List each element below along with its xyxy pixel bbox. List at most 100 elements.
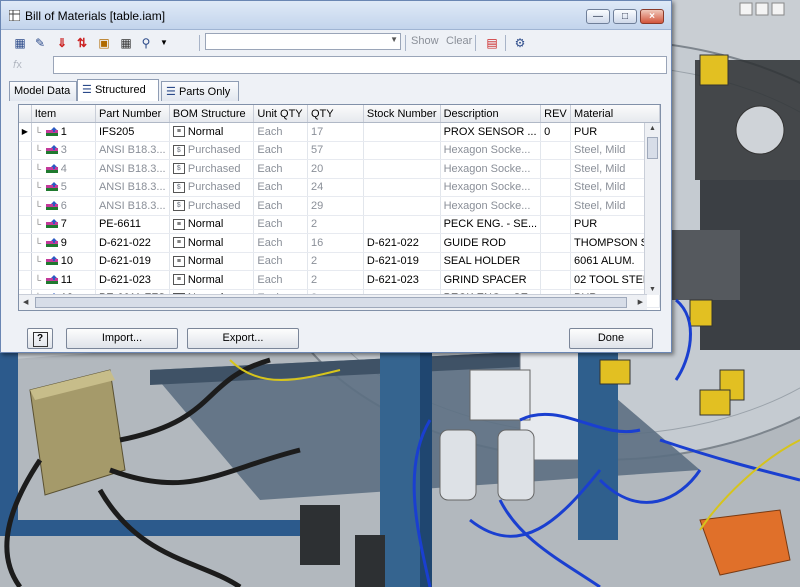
vertical-scrollbar[interactable]: ▲ ▼ xyxy=(644,123,660,295)
stock-number-cell[interactable] xyxy=(363,159,441,179)
rev-cell[interactable] xyxy=(540,233,572,253)
tab-model-data[interactable]: Model Data xyxy=(9,81,77,101)
find-dropdown-icon[interactable]: ▼ xyxy=(155,34,173,52)
scroll-right-icon[interactable]: ▶ xyxy=(638,298,643,306)
import-button[interactable]: Import... xyxy=(66,328,178,349)
table-row[interactable]: └ 5 ANSI B18.3... $ Purchased Each 24 Hexagon S… xyxy=(19,178,660,197)
help-button[interactable]: ? xyxy=(27,328,53,349)
qty-cell[interactable]: 57 xyxy=(307,141,364,160)
settings-icon[interactable]: ⚙ xyxy=(511,34,529,52)
item-cell[interactable]: └ 9 xyxy=(31,233,96,253)
part-number-cell[interactable]: D-621-022 xyxy=(95,233,170,253)
find-icon[interactable]: ⚲ xyxy=(137,34,155,52)
table-row[interactable]: └ 9 D-621-022 ≡ Normal Each 16 D-621-022 GUIDE R… xyxy=(19,233,660,253)
bom-structure-cell[interactable]: ≡Normal xyxy=(169,122,255,142)
column-header[interactable]: QTY xyxy=(307,105,364,123)
bom-grid[interactable]: Item Part Number BOM Structure Unit QTY QTY S… xyxy=(18,104,661,311)
item-cell[interactable]: └ 5 xyxy=(31,178,96,197)
bom-structure-cell[interactable]: ≡Normal xyxy=(169,233,255,253)
item-cell[interactable]: └ 3 xyxy=(31,141,96,160)
rev-cell[interactable]: 0 xyxy=(540,122,572,142)
rev-cell[interactable] xyxy=(540,178,572,197)
bom-structure-cell[interactable]: $ Purchased xyxy=(169,141,255,160)
stock-number-cell[interactable]: D-621-019 xyxy=(363,252,441,271)
table-row[interactable]: └ 4 ANSI B18.3... $ Purchased Each 20 Hexagon S… xyxy=(19,159,660,179)
qty-cell[interactable]: 17 xyxy=(307,122,364,142)
row-selector[interactable] xyxy=(19,159,32,179)
filter-combo[interactable]: ▼ xyxy=(205,33,401,50)
stock-number-cell[interactable]: D-621-022 xyxy=(363,233,441,253)
item-cell[interactable]: └ 11 xyxy=(31,270,96,290)
qty-cell[interactable]: 20 xyxy=(307,159,364,179)
description-cell[interactable]: Hexagon Socke... xyxy=(440,159,542,179)
stock-number-cell[interactable]: D-621-023 xyxy=(363,270,441,290)
item-cell[interactable]: └ 7 xyxy=(31,215,96,234)
scroll-left-icon[interactable]: ◀ xyxy=(23,298,28,306)
sort-down-icon[interactable]: ⇓ xyxy=(53,34,71,52)
columns-icon[interactable]: ▤ xyxy=(483,34,501,52)
item-cell[interactable]: └ 4 xyxy=(31,159,96,179)
part-number-cell[interactable]: ANSI B18.3... xyxy=(95,141,170,160)
item-lock-icon[interactable]: ▣ xyxy=(95,34,113,52)
unit-qty-cell[interactable]: Each xyxy=(253,178,308,197)
row-selector[interactable] xyxy=(19,215,32,234)
description-cell[interactable]: Hexagon Socke... xyxy=(440,141,542,160)
stock-number-cell[interactable] xyxy=(363,178,441,197)
bom-structure-cell[interactable]: $ Purchased xyxy=(169,178,255,197)
table-row[interactable]: └ 3 ANSI B18.3... $ Purchased Each 57 Hexagon S… xyxy=(19,141,660,160)
row-selector[interactable] xyxy=(19,196,32,216)
row-selector[interactable] xyxy=(19,178,32,197)
stock-number-cell[interactable] xyxy=(363,215,441,234)
row-selector[interactable] xyxy=(19,233,32,253)
row-selector[interactable]: ▶ xyxy=(19,122,32,142)
column-header[interactable]: Material xyxy=(570,105,660,123)
export-table-icon[interactable]: ▦ xyxy=(117,34,135,52)
renumber-icon[interactable]: ⇅ xyxy=(73,34,91,52)
description-cell[interactable]: Hexagon Socke... xyxy=(440,196,542,216)
item-cell[interactable]: └ 1 xyxy=(31,122,96,142)
row-selector[interactable] xyxy=(19,252,32,271)
qty-cell[interactable]: 16 xyxy=(307,233,364,253)
table-row[interactable]: └ 11 D-621-023 ≡ Normal Each 2 D-621-023 GRIND S… xyxy=(19,270,660,290)
item-cell[interactable]: └ 6 xyxy=(31,196,96,216)
qty-cell[interactable]: 2 xyxy=(307,215,364,234)
stock-number-cell[interactable] xyxy=(363,196,441,216)
column-header[interactable]: Part Number xyxy=(95,105,170,123)
column-header[interactable]: Item xyxy=(31,105,96,123)
scroll-up-icon[interactable]: ▲ xyxy=(649,125,656,132)
tab-structured[interactable]: ☰ Structured xyxy=(77,79,159,101)
column-header[interactable]: BOM Structure xyxy=(169,105,255,123)
qty-cell[interactable]: 29 xyxy=(307,196,364,216)
table-row[interactable]: └ 10 D-621-019 ≡ Normal Each 2 D-621-019 SEAL HO… xyxy=(19,252,660,271)
description-cell[interactable]: GUIDE ROD xyxy=(440,233,542,253)
bom-view-icon[interactable]: ▦ xyxy=(11,34,29,52)
description-cell[interactable]: GRIND SPACER xyxy=(440,270,542,290)
row-selector[interactable] xyxy=(19,270,32,290)
qty-cell[interactable]: 24 xyxy=(307,178,364,197)
table-row[interactable]: └ 7 PE-6611 ≡ Normal Each 2 PECK ENG. - SE... PU… xyxy=(19,215,660,234)
part-number-cell[interactable]: PE-6611 xyxy=(95,215,170,234)
part-number-cell[interactable]: D-621-023 xyxy=(95,270,170,290)
rev-cell[interactable] xyxy=(540,196,572,216)
unit-qty-cell[interactable]: Each xyxy=(253,215,308,234)
column-header[interactable]: Description xyxy=(440,105,542,123)
description-cell[interactable]: PECK ENG. - SE... xyxy=(440,215,542,234)
export-button[interactable]: Export... xyxy=(187,328,299,349)
column-header[interactable]: Stock Number xyxy=(363,105,441,123)
part-number-cell[interactable]: ANSI B18.3... xyxy=(95,178,170,197)
unit-qty-cell[interactable]: Each xyxy=(253,159,308,179)
item-cell[interactable]: └ 10 xyxy=(31,252,96,271)
table-row[interactable]: ▶ └ 1 IFS205 ≡ Normal Each 17 PROX SENSOR ... 0 PU… xyxy=(19,122,660,142)
qty-cell[interactable]: 2 xyxy=(307,270,364,290)
part-number-cell[interactable]: IFS205 xyxy=(95,122,170,142)
qty-cell[interactable]: 2 xyxy=(307,252,364,271)
show-button[interactable]: Show xyxy=(411,35,439,47)
expression-input[interactable] xyxy=(53,56,667,74)
row-selector[interactable] xyxy=(19,141,32,160)
minimize-button[interactable]: — xyxy=(586,9,610,24)
tab-parts-only[interactable]: ☰ Parts Only xyxy=(161,81,239,101)
unit-qty-cell[interactable]: Each xyxy=(253,196,308,216)
unit-qty-cell[interactable]: Each xyxy=(253,270,308,290)
bom-structure-cell[interactable]: ≡Normal xyxy=(169,270,255,290)
unit-qty-cell[interactable]: Each xyxy=(253,122,308,142)
